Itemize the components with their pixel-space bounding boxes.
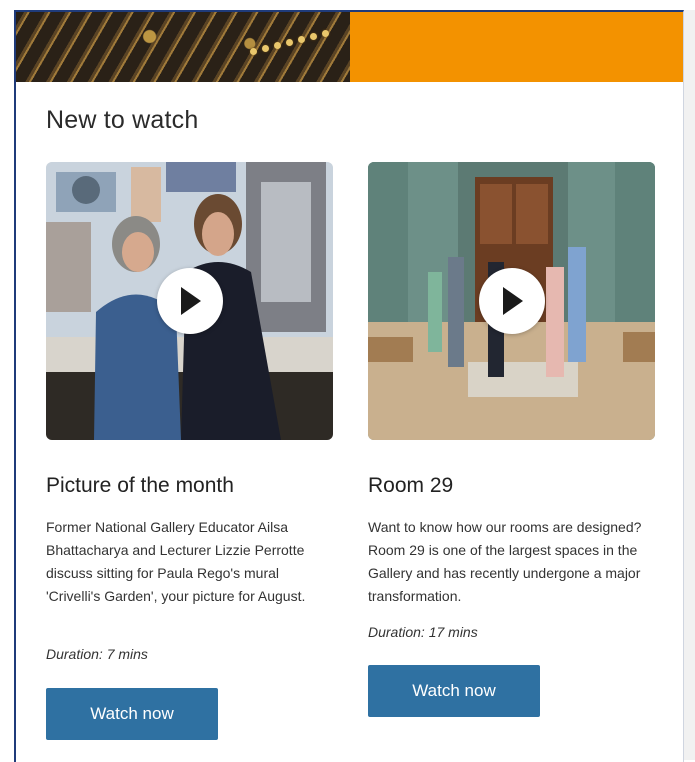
- hero-painting-detail-image: [16, 12, 350, 82]
- video-card-picture-of-the-month: Picture of the month Former National Gal…: [46, 162, 333, 740]
- play-icon: [180, 287, 201, 315]
- play-icon: [502, 287, 523, 315]
- hero-orange-block: [350, 12, 683, 82]
- watch-now-button[interactable]: Watch now: [368, 665, 540, 717]
- section-title: New to watch: [46, 106, 199, 134]
- play-button[interactable]: [478, 268, 545, 334]
- card-description: Want to know how our rooms are designed?…: [368, 519, 642, 604]
- card-title: Picture of the month: [46, 474, 234, 497]
- video-thumbnail[interactable]: [46, 162, 333, 440]
- video-card-room-29: Room 29 Want to know how our rooms are d…: [368, 162, 655, 717]
- play-button[interactable]: [156, 268, 223, 334]
- hero-banner: [16, 12, 683, 82]
- newsletter-frame: New to watch Picture of the month Former…: [14, 10, 684, 762]
- watch-now-button[interactable]: Watch now: [46, 688, 218, 740]
- card-description: Former National Gallery Educator Ailsa B…: [46, 519, 306, 604]
- card-duration: Duration: 17 mins: [368, 624, 478, 640]
- card-duration: Duration: 7 mins: [46, 646, 148, 662]
- video-thumbnail[interactable]: [368, 162, 655, 440]
- card-title: Room 29: [368, 474, 454, 497]
- scrollbar-track: [684, 10, 695, 760]
